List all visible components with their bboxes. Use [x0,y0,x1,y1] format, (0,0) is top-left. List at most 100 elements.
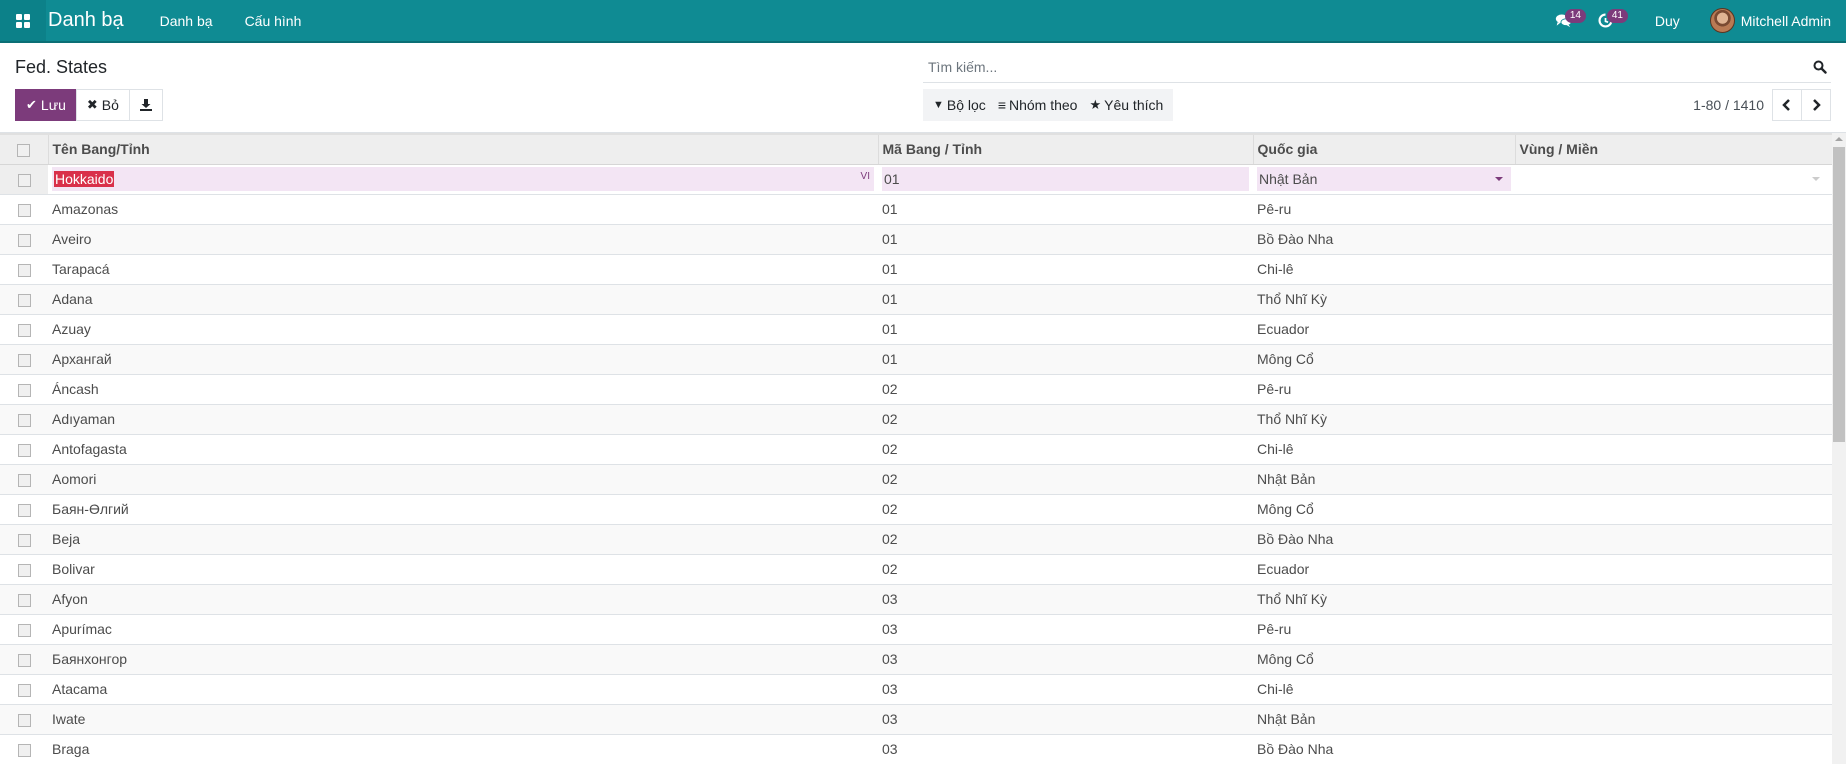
table-row[interactable]: Bolivar 02 Ecuador [0,553,1832,584]
row-checkbox[interactable] [17,263,31,277]
app-switcher-button[interactable] [0,0,46,41]
filters-button[interactable]: ▼ Bộ lọc [927,97,992,113]
name-cell[interactable]: Beja [48,523,878,554]
code-cell[interactable]: 01 [878,223,1253,254]
row-checkbox[interactable] [17,233,31,247]
region-cell[interactable] [1515,433,1832,464]
name-cell[interactable]: Áncash [48,373,878,404]
region-cell[interactable] [1515,463,1832,494]
code-cell[interactable]: 03 [878,673,1253,704]
name-cell[interactable]: Antofagasta [48,433,878,464]
country-cell[interactable]: Mông Cổ [1253,343,1515,374]
scroll-up-arrow-icon[interactable] [1835,137,1843,141]
code-cell[interactable]: 01 [878,313,1253,344]
country-cell[interactable]: Thổ Nhĩ Kỳ [1253,283,1515,314]
region-cell[interactable] [1515,343,1832,374]
row-checkbox[interactable] [17,173,31,187]
code-cell[interactable]: 03 [878,583,1253,614]
row-checkbox[interactable] [17,473,31,487]
save-button[interactable]: ✔ Lưu [15,89,77,121]
row-checkbox[interactable] [17,413,31,427]
name-cell[interactable]: Adana [48,283,878,314]
table-row[interactable]: Atacama 03 Chi-lê [0,673,1832,704]
table-row[interactable]: Архангай 01 Mông Cổ [0,343,1832,374]
country-cell[interactable]: Nhật Bản [1253,703,1515,734]
pager-previous-button[interactable] [1772,89,1802,121]
table-row[interactable]: Afyon 03 Thổ Nhĩ Kỳ [0,583,1832,614]
row-checkbox[interactable] [17,353,31,367]
region-cell[interactable] [1515,403,1832,434]
code-cell[interactable]: 02 [878,403,1253,434]
row-checkbox[interactable] [17,653,31,667]
country-cell[interactable]: Bồ Đào Nha [1253,223,1515,254]
name-cell[interactable]: Braga [48,733,878,764]
code-cell[interactable]: 02 [878,433,1253,464]
table-row[interactable]: Azuay 01 Ecuador [0,313,1832,344]
country-cell[interactable]: Ecuador [1253,553,1515,584]
column-header-name[interactable]: Tên Bang/Tỉnh [47,133,878,165]
table-row[interactable]: Amazonas 01 Pê-ru [0,193,1832,224]
search-input[interactable] [928,59,1788,75]
column-header-country[interactable]: Quốc gia [1252,133,1515,165]
row-checkbox[interactable] [17,503,31,517]
menu-contacts[interactable]: Danh bạ [160,13,213,29]
region-cell[interactable] [1515,553,1832,584]
table-row[interactable]: Beja 02 Bồ Đào Nha [0,523,1832,554]
messages-button[interactable]: 14 [1543,0,1586,41]
country-cell[interactable]: Bồ Đào Nha [1253,733,1515,764]
row-checkbox[interactable] [17,323,31,337]
country-cell[interactable]: Chi-lê [1253,253,1515,284]
code-cell[interactable]: 01 [878,193,1253,224]
country-cell[interactable]: Thổ Nhĩ Kỳ [1253,403,1515,434]
table-row[interactable]: Aveiro 01 Bồ Đào Nha [0,223,1832,254]
country-cell[interactable]: Mông Cổ [1253,493,1515,524]
company-switcher[interactable]: Duy [1655,13,1680,29]
row-checkbox[interactable] [17,744,31,758]
code-cell[interactable]: 03 [878,703,1253,734]
table-row[interactable]: Aomori 02 Nhật Bản [0,463,1832,494]
code-cell[interactable]: 02 [878,463,1253,494]
country-cell[interactable]: Pê-ru [1253,613,1515,644]
name-cell[interactable]: Баян-Өлгий [48,493,878,524]
country-select[interactable]: Nhật Bản [1257,167,1511,191]
table-row[interactable]: Apurímac 03 Pê-ru [0,613,1832,644]
country-cell[interactable]: Pê-ru [1253,373,1515,404]
code-cell[interactable]: 02 [878,373,1253,404]
table-scrollbar[interactable] [1832,133,1846,764]
region-cell[interactable] [1515,733,1832,764]
region-cell[interactable] [1515,223,1832,254]
code-input[interactable]: 01 [882,167,1249,191]
table-row[interactable]: Áncash 02 Pê-ru [0,373,1832,404]
country-cell[interactable]: Thổ Nhĩ Kỳ [1253,583,1515,614]
code-cell[interactable]: 03 [878,733,1253,764]
region-cell[interactable] [1515,643,1832,674]
row-checkbox[interactable] [17,383,31,397]
row-checkbox[interactable] [17,593,31,607]
code-cell[interactable]: 02 [878,523,1253,554]
region-cell[interactable] [1515,583,1832,614]
country-cell[interactable]: Nhật Bản [1253,463,1515,494]
activities-button[interactable]: 41 [1585,0,1628,41]
code-cell[interactable]: 02 [878,553,1253,584]
code-cell[interactable]: 02 [878,493,1253,524]
column-header-code[interactable]: Mã Bang / Tỉnh [877,133,1253,165]
name-cell[interactable]: Баянхонгор [48,643,878,674]
code-cell[interactable]: 01 [878,283,1253,314]
name-cell[interactable]: Архангай [48,343,878,374]
name-cell[interactable]: Amazonas [48,193,878,224]
region-cell[interactable] [1515,523,1832,554]
country-cell[interactable]: Chi-lê [1253,433,1515,464]
translate-button[interactable]: VI [861,171,870,182]
name-input[interactable]: Hokkaido VI [52,167,874,191]
code-cell[interactable]: 01 [878,343,1253,374]
region-cell[interactable] [1515,253,1832,284]
menu-configuration[interactable]: Cấu hình [245,13,302,29]
code-cell[interactable]: 03 [878,613,1253,644]
region-cell[interactable] [1515,283,1832,314]
row-checkbox[interactable] [17,443,31,457]
name-cell[interactable]: Azuay [48,313,878,344]
country-cell[interactable]: Bồ Đào Nha [1253,523,1515,554]
table-row[interactable]: Antofagasta 02 Chi-lê [0,433,1832,464]
table-row[interactable]: Баянхонгор 03 Mông Cổ [0,643,1832,674]
row-checkbox[interactable] [17,533,31,547]
